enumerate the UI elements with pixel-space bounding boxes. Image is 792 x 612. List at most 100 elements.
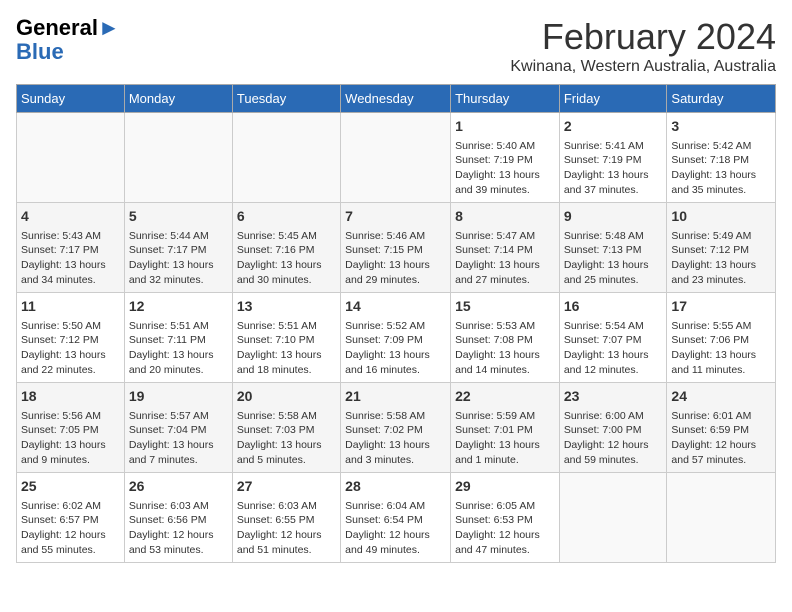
day-number: 21 — [345, 387, 446, 407]
day-info: and 47 minutes. — [455, 543, 555, 558]
calendar-cell: 20Sunrise: 5:58 AMSunset: 7:03 PMDayligh… — [232, 383, 340, 473]
calendar-week-row: 11Sunrise: 5:50 AMSunset: 7:12 PMDayligh… — [17, 293, 776, 383]
day-info: and 23 minutes. — [671, 273, 771, 288]
day-info: Daylight: 12 hours — [237, 528, 336, 543]
day-info: and 37 minutes. — [564, 183, 663, 198]
day-info: and 9 minutes. — [21, 453, 120, 468]
calendar-cell: 8Sunrise: 5:47 AMSunset: 7:14 PMDaylight… — [451, 203, 560, 293]
day-info: Sunset: 7:07 PM — [564, 333, 663, 348]
day-info: Sunset: 7:12 PM — [21, 333, 120, 348]
day-number: 24 — [671, 387, 771, 407]
day-info: Daylight: 13 hours — [345, 348, 446, 363]
calendar-cell: 3Sunrise: 5:42 AMSunset: 7:18 PMDaylight… — [667, 113, 776, 203]
day-info: Sunrise: 5:54 AM — [564, 319, 663, 334]
calendar-cell: 23Sunrise: 6:00 AMSunset: 7:00 PMDayligh… — [559, 383, 667, 473]
day-info: Sunset: 7:18 PM — [671, 153, 771, 168]
day-info: Daylight: 13 hours — [671, 348, 771, 363]
day-info: Sunrise: 5:51 AM — [129, 319, 228, 334]
day-info: Daylight: 12 hours — [455, 528, 555, 543]
day-info: Daylight: 12 hours — [129, 528, 228, 543]
day-number: 9 — [564, 207, 663, 227]
day-info: Sunrise: 5:59 AM — [455, 409, 555, 424]
calendar-cell — [559, 473, 667, 563]
day-info: and 20 minutes. — [129, 363, 228, 378]
calendar-cell: 14Sunrise: 5:52 AMSunset: 7:09 PMDayligh… — [341, 293, 451, 383]
day-number: 22 — [455, 387, 555, 407]
day-info: Sunset: 7:10 PM — [237, 333, 336, 348]
day-info: Daylight: 13 hours — [671, 168, 771, 183]
calendar-cell: 5Sunrise: 5:44 AMSunset: 7:17 PMDaylight… — [124, 203, 232, 293]
day-info: Sunset: 7:01 PM — [455, 423, 555, 438]
calendar-cell: 15Sunrise: 5:53 AMSunset: 7:08 PMDayligh… — [451, 293, 560, 383]
day-info: Daylight: 12 hours — [21, 528, 120, 543]
day-info: Daylight: 13 hours — [345, 438, 446, 453]
day-info: and 12 minutes. — [564, 363, 663, 378]
calendar-header-row: SundayMondayTuesdayWednesdayThursdayFrid… — [17, 85, 776, 113]
calendar-week-row: 18Sunrise: 5:56 AMSunset: 7:05 PMDayligh… — [17, 383, 776, 473]
day-info: Daylight: 13 hours — [671, 258, 771, 273]
day-info: and 30 minutes. — [237, 273, 336, 288]
day-info: Sunrise: 5:47 AM — [455, 229, 555, 244]
day-info: Sunset: 7:15 PM — [345, 243, 446, 258]
day-info: and 7 minutes. — [129, 453, 228, 468]
day-info: Sunset: 7:04 PM — [129, 423, 228, 438]
day-info: Daylight: 12 hours — [671, 438, 771, 453]
page-header: General► Blue February 2024 Kwinana, Wes… — [16, 16, 776, 76]
calendar-cell: 19Sunrise: 5:57 AMSunset: 7:04 PMDayligh… — [124, 383, 232, 473]
calendar-cell: 7Sunrise: 5:46 AMSunset: 7:15 PMDaylight… — [341, 203, 451, 293]
logo-general: General — [16, 15, 98, 40]
day-number: 23 — [564, 387, 663, 407]
main-title: February 2024 — [510, 16, 776, 58]
day-info: Daylight: 13 hours — [564, 348, 663, 363]
day-info: Sunset: 6:54 PM — [345, 513, 446, 528]
calendar-cell: 9Sunrise: 5:48 AMSunset: 7:13 PMDaylight… — [559, 203, 667, 293]
day-info: Daylight: 13 hours — [455, 438, 555, 453]
day-info: Sunset: 7:17 PM — [129, 243, 228, 258]
day-info: Sunrise: 5:56 AM — [21, 409, 120, 424]
calendar-cell: 25Sunrise: 6:02 AMSunset: 6:57 PMDayligh… — [17, 473, 125, 563]
day-number: 16 — [564, 297, 663, 317]
calendar-cell: 6Sunrise: 5:45 AMSunset: 7:16 PMDaylight… — [232, 203, 340, 293]
day-info: Daylight: 13 hours — [129, 258, 228, 273]
day-number: 26 — [129, 477, 228, 497]
calendar-week-row: 25Sunrise: 6:02 AMSunset: 6:57 PMDayligh… — [17, 473, 776, 563]
day-info: Daylight: 13 hours — [345, 258, 446, 273]
day-info: Daylight: 13 hours — [455, 258, 555, 273]
day-info: and 51 minutes. — [237, 543, 336, 558]
day-info: Sunset: 7:16 PM — [237, 243, 336, 258]
calendar-cell — [124, 113, 232, 203]
day-info: Sunset: 6:57 PM — [21, 513, 120, 528]
day-number: 1 — [455, 117, 555, 137]
calendar-cell: 26Sunrise: 6:03 AMSunset: 6:56 PMDayligh… — [124, 473, 232, 563]
day-info: Sunset: 7:19 PM — [564, 153, 663, 168]
calendar-week-row: 4Sunrise: 5:43 AMSunset: 7:17 PMDaylight… — [17, 203, 776, 293]
day-number: 3 — [671, 117, 771, 137]
calendar-cell: 10Sunrise: 5:49 AMSunset: 7:12 PMDayligh… — [667, 203, 776, 293]
day-info: Sunrise: 5:41 AM — [564, 139, 663, 154]
day-info: and 35 minutes. — [671, 183, 771, 198]
day-info: Sunset: 7:00 PM — [564, 423, 663, 438]
calendar-cell — [667, 473, 776, 563]
day-info: Sunset: 7:06 PM — [671, 333, 771, 348]
day-info: Sunrise: 5:45 AM — [237, 229, 336, 244]
day-number: 11 — [21, 297, 120, 317]
day-info: Daylight: 13 hours — [455, 168, 555, 183]
day-info: Sunset: 7:17 PM — [21, 243, 120, 258]
day-info: Daylight: 13 hours — [129, 438, 228, 453]
day-info: Sunrise: 5:40 AM — [455, 139, 555, 154]
day-number: 28 — [345, 477, 446, 497]
day-info: and 39 minutes. — [455, 183, 555, 198]
header-saturday: Saturday — [667, 85, 776, 113]
day-info: and 5 minutes. — [237, 453, 336, 468]
day-info: Sunrise: 5:58 AM — [345, 409, 446, 424]
calendar-cell: 28Sunrise: 6:04 AMSunset: 6:54 PMDayligh… — [341, 473, 451, 563]
day-info: Sunset: 6:55 PM — [237, 513, 336, 528]
header-friday: Friday — [559, 85, 667, 113]
calendar-cell: 4Sunrise: 5:43 AMSunset: 7:17 PMDaylight… — [17, 203, 125, 293]
day-info: and 3 minutes. — [345, 453, 446, 468]
day-info: Sunset: 7:09 PM — [345, 333, 446, 348]
day-info: Sunset: 7:02 PM — [345, 423, 446, 438]
day-info: Sunrise: 6:00 AM — [564, 409, 663, 424]
calendar-cell: 24Sunrise: 6:01 AMSunset: 6:59 PMDayligh… — [667, 383, 776, 473]
day-info: Daylight: 13 hours — [564, 258, 663, 273]
